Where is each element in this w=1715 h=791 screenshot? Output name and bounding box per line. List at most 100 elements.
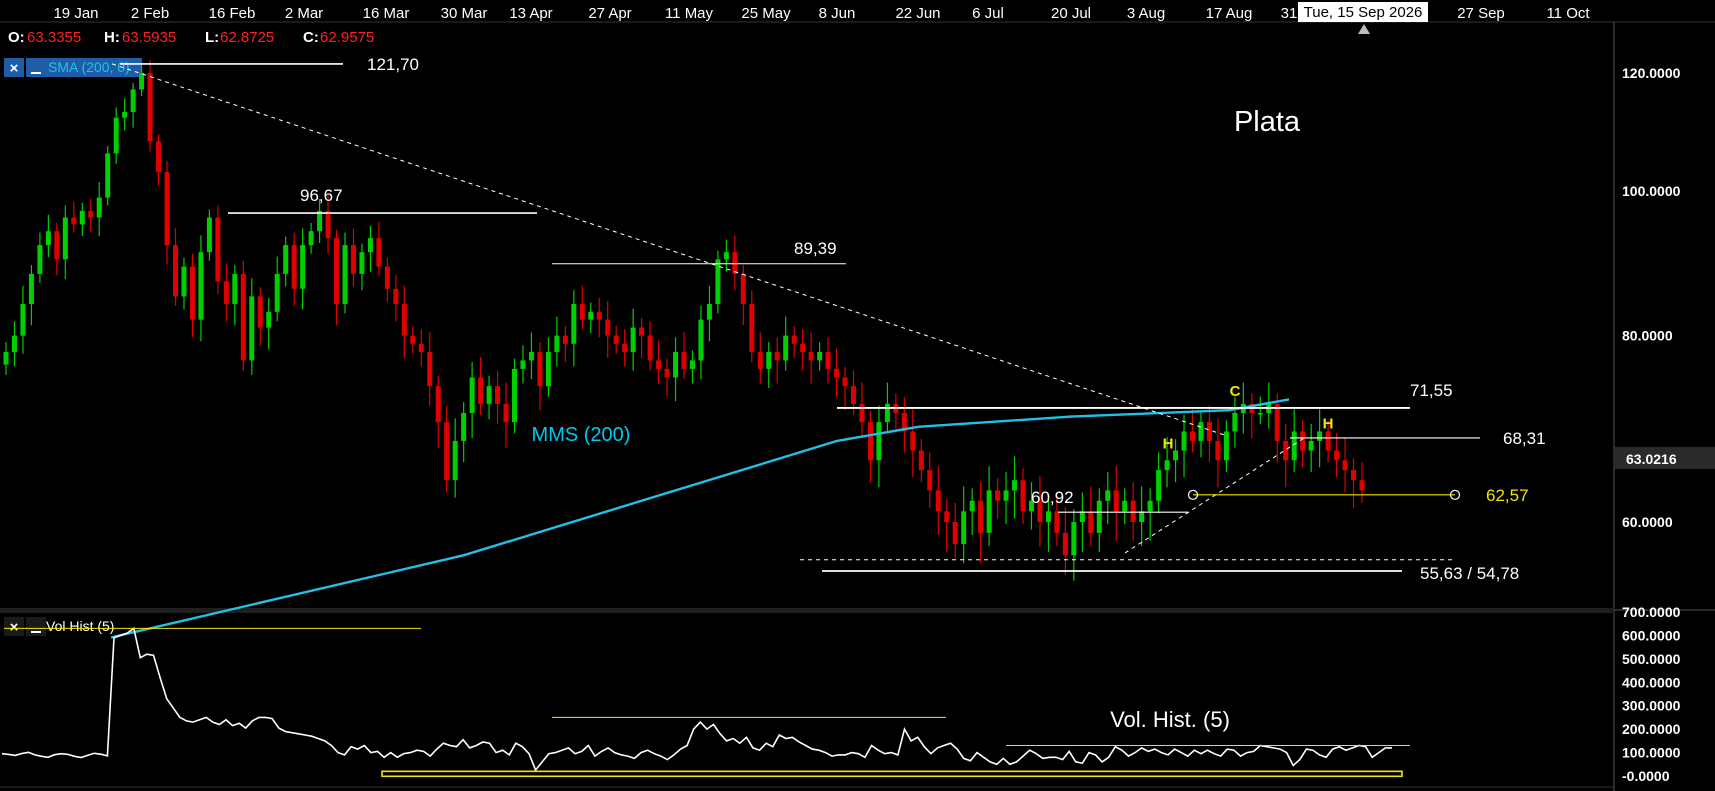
vol-indicator-label[interactable]: Vol Hist (5) bbox=[46, 618, 114, 634]
y-tick-label: 400.0000 bbox=[1622, 674, 1681, 690]
minimize-icon[interactable] bbox=[26, 617, 46, 636]
ohlc-open-value: 63.3355 bbox=[27, 29, 81, 46]
current-price-label: 63.0216 bbox=[1626, 451, 1677, 467]
close-icon-glyph: × bbox=[10, 619, 19, 636]
candle-body bbox=[20, 304, 26, 336]
candle-body bbox=[639, 327, 645, 336]
x-tick-label: 27 Apr bbox=[588, 5, 631, 22]
candle-body bbox=[300, 245, 306, 289]
x-tick-label: 11 Oct bbox=[1546, 5, 1590, 22]
candle-body bbox=[486, 386, 492, 404]
candle-body bbox=[156, 141, 162, 172]
candle-body bbox=[189, 266, 195, 320]
candle-body bbox=[54, 231, 60, 260]
candle-body bbox=[1105, 490, 1111, 501]
candle-body bbox=[173, 245, 178, 297]
level-60-92-label: 60,92 bbox=[1031, 488, 1074, 507]
candle-body bbox=[605, 319, 611, 336]
candle-body bbox=[884, 403, 890, 423]
candle-body bbox=[1291, 431, 1297, 461]
candle-body bbox=[266, 311, 272, 328]
candle-body bbox=[105, 153, 111, 198]
candle-body bbox=[3, 352, 9, 365]
volume-floor-band[interactable] bbox=[381, 770, 1403, 778]
candle-body bbox=[435, 386, 441, 423]
candle-body bbox=[969, 500, 975, 512]
trendline-resistance[interactable] bbox=[111, 63, 1229, 437]
ohlc-close-label: C: bbox=[303, 29, 319, 46]
candle-body bbox=[1130, 500, 1136, 522]
sma-series-label: MMS (200) bbox=[532, 424, 631, 446]
pattern-label: C bbox=[1230, 383, 1241, 400]
candle-body bbox=[1020, 480, 1026, 512]
candle-body bbox=[1223, 431, 1229, 461]
candle-body bbox=[774, 352, 780, 361]
candle-body bbox=[401, 304, 407, 336]
candle-body bbox=[1317, 431, 1323, 441]
candle-body bbox=[1012, 480, 1018, 491]
candle-body bbox=[249, 296, 255, 361]
candle-body bbox=[215, 217, 221, 282]
candle-body bbox=[1122, 500, 1128, 512]
candle-body bbox=[96, 197, 102, 218]
pattern-label: H bbox=[1323, 416, 1334, 433]
candle-body bbox=[1054, 511, 1060, 533]
candle-body bbox=[223, 281, 229, 305]
x-tick-label: 2 Mar bbox=[285, 5, 323, 22]
sma-200-line bbox=[110, 398, 1290, 639]
candle-body bbox=[342, 245, 348, 305]
candle-body bbox=[384, 266, 390, 289]
candle-body bbox=[1147, 500, 1153, 512]
candle-body bbox=[113, 117, 119, 154]
candle-body bbox=[376, 238, 382, 267]
ohlc-low-value: 62.8725 bbox=[220, 29, 274, 46]
annotations: 121,70 96,67 89,39 71,55 68,31 62,57 60,92 55,6… bbox=[111, 55, 1546, 583]
candle-body bbox=[698, 319, 704, 361]
candle-body bbox=[749, 304, 755, 353]
minimize-icon[interactable] bbox=[26, 58, 46, 77]
x-tick-label: 19 Jan bbox=[53, 5, 98, 22]
candle-body bbox=[1342, 460, 1348, 471]
candle-body bbox=[240, 273, 246, 361]
crosshair-date-label: Tue, 15 Sep 2026 bbox=[1304, 4, 1423, 21]
panel-divider[interactable] bbox=[0, 608, 1614, 613]
x-tick-label: 27 Sep bbox=[1457, 5, 1505, 22]
candle-body bbox=[545, 352, 551, 387]
candle-body bbox=[130, 89, 136, 112]
candle-body bbox=[274, 273, 280, 312]
candle-body bbox=[630, 327, 636, 353]
ohlc-low-label: L: bbox=[205, 29, 219, 46]
level-62-57-label: 62,57 bbox=[1486, 486, 1529, 505]
candle-body bbox=[291, 245, 297, 289]
candle-body bbox=[800, 343, 806, 353]
level-55-63-label: 55,63 / 54,78 bbox=[1420, 564, 1519, 583]
x-tick-label: 17 Aug bbox=[1206, 5, 1253, 22]
candle-body bbox=[520, 360, 526, 369]
candle-body bbox=[367, 238, 373, 253]
minimize-icon-glyph bbox=[31, 631, 41, 633]
vol-indicator-chip[interactable]: × Vol Hist (5) bbox=[4, 617, 114, 636]
x-tick-label: 6 Jul bbox=[972, 5, 1004, 22]
candle-body bbox=[495, 386, 501, 404]
candle-body bbox=[1257, 412, 1263, 415]
level-121-70-label: 121,70 bbox=[367, 55, 419, 74]
candle-body bbox=[1232, 412, 1238, 432]
candle-body bbox=[79, 210, 85, 225]
candle-body bbox=[198, 252, 204, 320]
candle-body bbox=[503, 403, 509, 423]
ohlc-close-value: 62.9575 bbox=[320, 29, 374, 46]
candle-body bbox=[986, 490, 992, 533]
ohlc-open-label: O: bbox=[8, 29, 25, 46]
candle-body bbox=[757, 352, 763, 369]
ohlc-high-label: H: bbox=[104, 29, 120, 46]
candle-body bbox=[656, 360, 662, 369]
x-tick-label: 13 Apr bbox=[509, 5, 552, 22]
candle-body bbox=[71, 217, 77, 225]
chart-canvas[interactable]: 19 Jan 2 Feb 16 Feb 2 Mar 16 Mar 30 Mar 13 Apr… bbox=[0, 0, 1715, 791]
candle-body bbox=[37, 245, 43, 274]
candle-body bbox=[1113, 490, 1119, 512]
candle-body bbox=[1190, 431, 1195, 441]
sma-indicator-label[interactable]: SMA (200, 0) bbox=[48, 59, 130, 75]
candle-body bbox=[469, 377, 475, 413]
y-tick-label: 60.0000 bbox=[1622, 514, 1673, 530]
